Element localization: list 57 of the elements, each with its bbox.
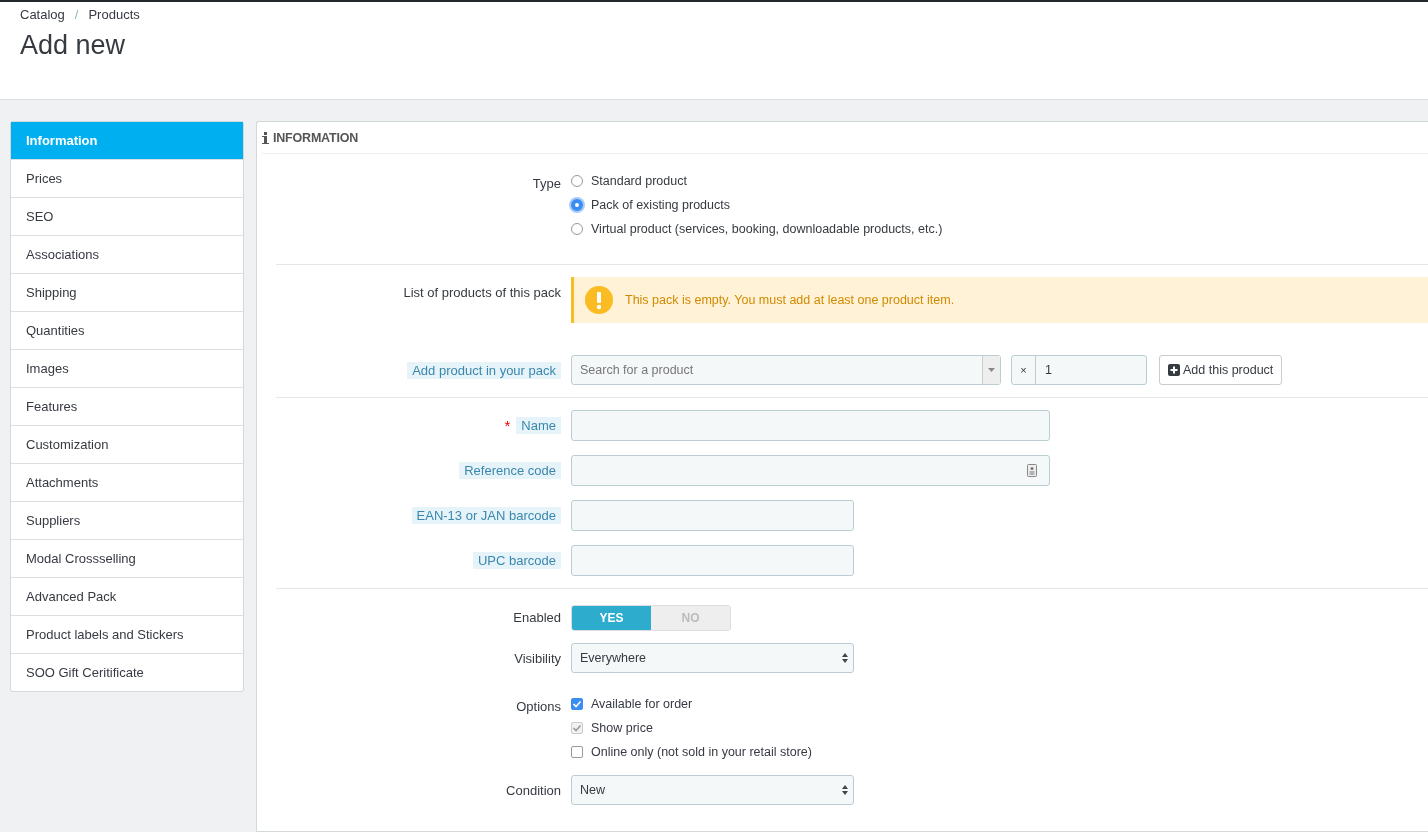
sidebar-item[interactable]: Product labels and Stickers [11,615,243,653]
sidebar-item[interactable]: Prices [11,159,243,197]
required-mark: * [504,416,511,434]
sidebar-item[interactable]: Quantities [11,311,243,349]
checkbox[interactable] [571,746,583,758]
breadcrumb-link[interactable]: Catalog [20,7,65,22]
plus-icon [1168,364,1180,376]
sidebar-item[interactable]: Features [11,387,243,425]
field-label: List of products of this pack [403,285,561,300]
check-icon [572,723,582,733]
field-label: Condition [506,782,561,798]
add-product-button[interactable]: Add this product [1159,355,1283,385]
warning-icon [585,286,613,314]
checkbox[interactable] [571,698,583,710]
sidebar-item[interactable]: Attachments [11,463,243,501]
panel-title: INFORMATION [273,130,359,145]
breadcrumb-separator: / [74,7,79,22]
option-label: Available for order [591,697,693,711]
field-label: UPC barcode [472,551,561,569]
sidebar-item[interactable]: Shipping [11,273,243,311]
caret-icon [988,368,995,372]
field-label: Visibility [514,650,561,666]
quantity-field[interactable]: × 1 [1011,355,1147,385]
field-label: Name [516,416,561,434]
field-label: Reference code [459,461,561,479]
page-title: Add new [20,30,126,61]
option-label: Standard product [591,174,687,188]
breadcrumb-link[interactable]: Products [88,7,140,22]
radio-button[interactable] [571,223,583,235]
check-icon [572,699,582,709]
option-label: Pack of existing products [591,198,730,212]
radio-button[interactable] [571,175,583,187]
radio-button[interactable] [571,199,583,211]
sidebar-item[interactable]: Images [11,349,243,387]
sidebar-item[interactable]: Customization [11,425,243,463]
field-label: EAN-13 or JAN barcode [411,506,561,524]
option-label: Online only (not sold in your retail store) [591,745,812,759]
updown-icon [842,785,848,795]
sidebar-item[interactable]: Advanced Pack [11,577,243,615]
field-label: Type [532,176,561,191]
select-field[interactable]: Everywhere [571,643,854,673]
quantity-input[interactable]: 1 [1036,356,1146,384]
sidebar-item[interactable]: SOO Gift Ceritificate [11,653,243,691]
option-label: Virtual product (services, booking, downloadable products, etc.) [591,222,943,236]
sidebar-item[interactable]: Suppliers [11,501,243,539]
sidebar-item[interactable]: SEO [11,197,243,235]
field-label: Options [516,699,561,714]
updown-icon [842,653,848,663]
info-icon [262,131,269,144]
quantity-prefix: × [1012,356,1036,384]
alert-message: This pack is empty. You must add at least one product item. [625,293,955,307]
select-field[interactable]: New [571,775,854,805]
sidebar-item[interactable]: Modal Crossselling [11,539,243,577]
field-label: Enabled [513,610,561,625]
field-label: Add product in your pack [407,361,561,379]
option-label: Show price [591,721,653,735]
sidebar-item[interactable]: Associations [11,235,243,273]
